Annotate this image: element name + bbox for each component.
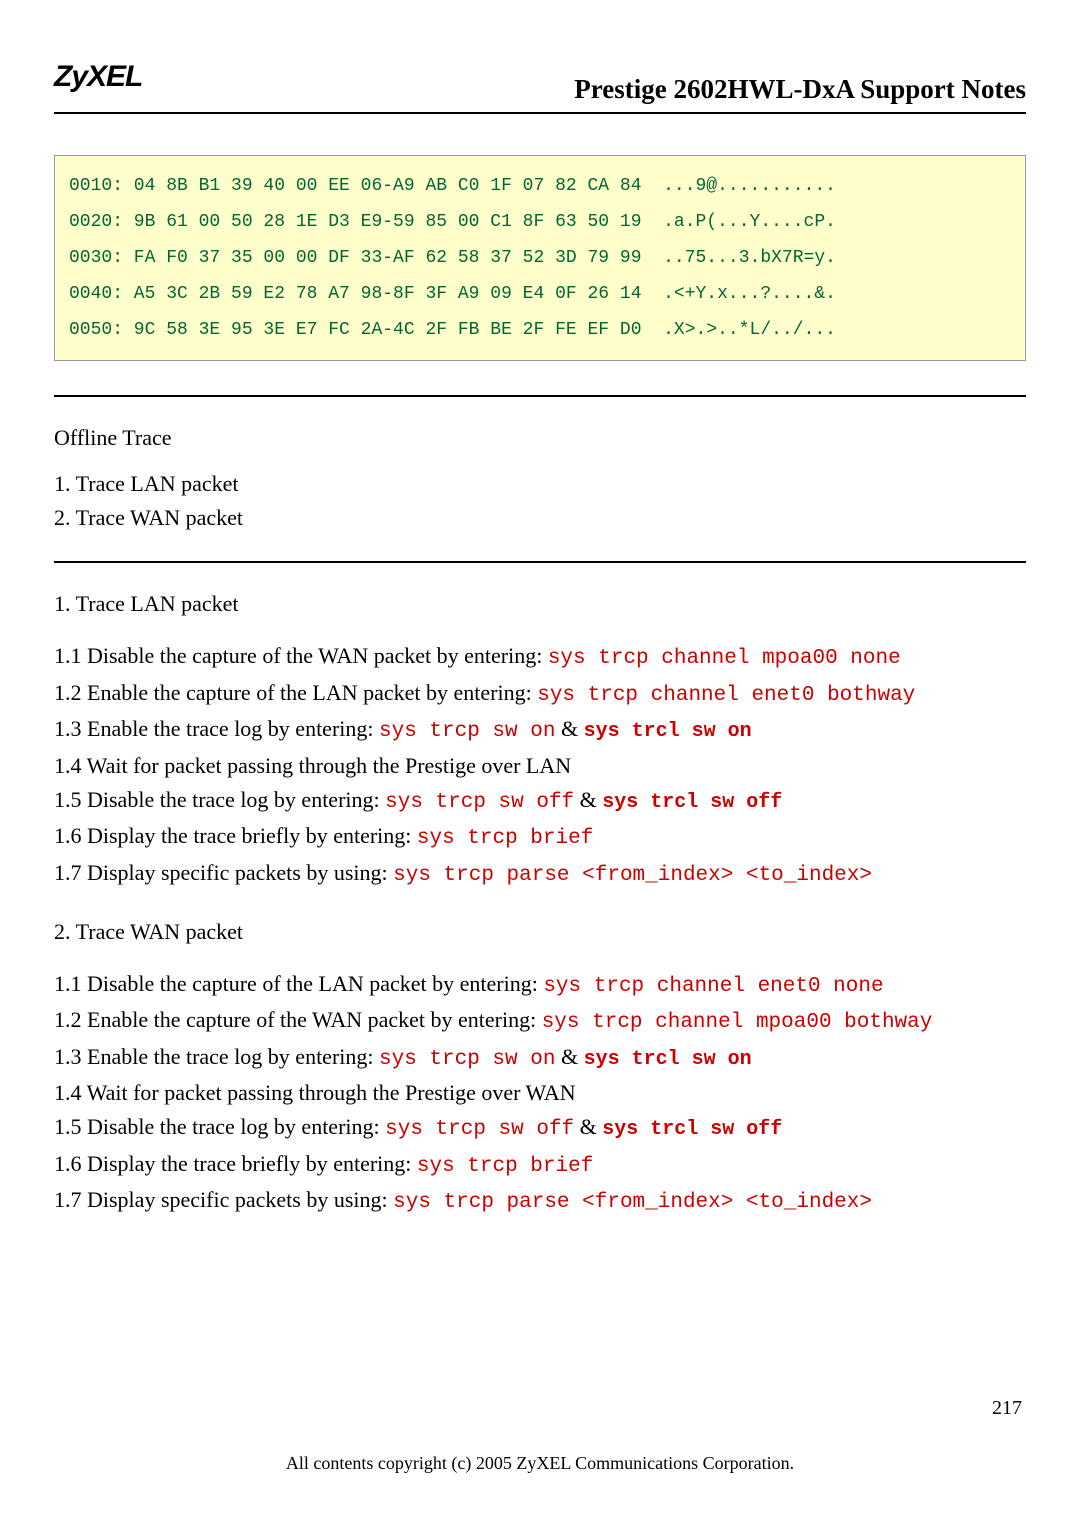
step-line: 1.4 Wait for packet passing through the … <box>54 1076 1026 1110</box>
hex-line: 0040: A5 3C 2B 59 E2 78 A7 98-8F 3F A9 0… <box>69 284 836 304</box>
step-line: 1.2 Enable the capture of the WAN packet… <box>54 1003 1026 1040</box>
section-divider <box>54 395 1026 397</box>
command-text: sys trcp parse <from_index> <to_index> <box>393 864 872 887</box>
command-text: sys trcp brief <box>417 827 593 850</box>
command-text: sys trcp channel enet0 none <box>543 975 883 998</box>
step-line: 1.3 Enable the trace log by entering: sy… <box>54 1040 1026 1077</box>
hex-line: 0010: 04 8B B1 39 40 00 EE 06-A9 AB C0 1… <box>69 176 836 196</box>
command-text: sys trcp sw off <box>385 1118 574 1141</box>
list-item: 2. Trace WAN packet <box>54 501 1026 535</box>
step-line: 1.4 Wait for packet passing through the … <box>54 749 1026 783</box>
hex-line: 0050: 9C 58 3E 95 3E E7 FC 2A-4C 2F FB B… <box>69 320 836 340</box>
command-text: sys trcp channel mpoa00 bothway <box>542 1011 933 1034</box>
step-text: 1.1 Disable the capture of the LAN packe… <box>54 971 543 996</box>
command-text-bold: sys trcl sw on <box>584 720 752 743</box>
step-text: & <box>555 1044 583 1069</box>
command-text: sys trcp sw on <box>379 1048 555 1071</box>
command-text-bold: sys trcl sw on <box>584 1048 752 1071</box>
section-heading: 2. Trace WAN packet <box>54 919 1026 945</box>
step-text: 1.6 Display the trace briefly by enterin… <box>54 823 417 848</box>
wan-trace-section: 2. Trace WAN packet 1.1 Disable the capt… <box>54 919 1026 1220</box>
step-line: 1.5 Disable the trace log by entering: s… <box>54 1110 1026 1147</box>
step-text: & <box>574 787 602 812</box>
step-line: 1.5 Disable the trace log by entering: s… <box>54 783 1026 820</box>
step-line: 1.2 Enable the capture of the LAN packet… <box>54 676 1026 713</box>
step-text: 1.3 Enable the trace log by entering: <box>54 1044 379 1069</box>
step-text: 1.2 Enable the capture of the LAN packet… <box>54 680 537 705</box>
hex-line: 0020: 9B 61 00 50 28 1E D3 E9-59 85 00 C… <box>69 212 836 232</box>
section-divider <box>54 561 1026 563</box>
brand-logo: ZyXEL <box>54 60 142 94</box>
step-text: & <box>574 1114 602 1139</box>
step-line: 1.3 Enable the trace log by entering: sy… <box>54 712 1026 749</box>
step-line: 1.1 Disable the capture of the LAN packe… <box>54 967 1026 1004</box>
command-text: sys trcp channel mpoa00 none <box>548 647 901 670</box>
command-text-bold: sys trcl sw off <box>602 791 782 814</box>
step-text: 1.2 Enable the capture of the WAN packet… <box>54 1007 542 1032</box>
offline-trace-section: Offline Trace 1. Trace LAN packet 2. Tra… <box>54 425 1026 535</box>
footer-copyright: All contents copyright (c) 2005 ZyXEL Co… <box>0 1453 1080 1474</box>
step-line: 1.6 Display the trace briefly by enterin… <box>54 1147 1026 1184</box>
command-text: sys trcp brief <box>417 1155 593 1178</box>
step-line: 1.7 Display specific packets by using: s… <box>54 856 1026 893</box>
step-text: 1.5 Disable the trace log by entering: <box>54 1114 385 1139</box>
command-text: sys trcp sw off <box>385 791 574 814</box>
step-line: 1.6 Display the trace briefly by enterin… <box>54 819 1026 856</box>
step-text: 1.1 Disable the capture of the WAN packe… <box>54 643 548 668</box>
command-text: sys trcp parse <from_index> <to_index> <box>393 1191 872 1214</box>
section-heading: 1. Trace LAN packet <box>54 591 1026 617</box>
step-text: 1.5 Disable the trace log by entering: <box>54 787 385 812</box>
command-text-bold: sys trcl sw off <box>602 1118 782 1141</box>
step-text: 1.3 Enable the trace log by entering: <box>54 716 379 741</box>
step-text: & <box>555 716 583 741</box>
lan-trace-section: 1. Trace LAN packet 1.1 Disable the capt… <box>54 591 1026 892</box>
section-heading: Offline Trace <box>54 425 1026 451</box>
step-text: 1.7 Display specific packets by using: <box>54 860 393 885</box>
hex-dump-box: 0010: 04 8B B1 39 40 00 EE 06-A9 AB C0 1… <box>54 155 1026 361</box>
step-text: 1.7 Display specific packets by using: <box>54 1187 393 1212</box>
command-text: sys trcp channel enet0 bothway <box>537 684 915 707</box>
step-line: 1.1 Disable the capture of the WAN packe… <box>54 639 1026 676</box>
command-text: sys trcp sw on <box>379 720 555 743</box>
page-number: 217 <box>992 1397 1022 1420</box>
step-text: 1.6 Display the trace briefly by enterin… <box>54 1151 417 1176</box>
hex-line: 0030: FA F0 37 35 00 00 DF 33-AF 62 58 3… <box>69 248 836 268</box>
list-item: 1. Trace LAN packet <box>54 467 1026 501</box>
header-divider <box>54 112 1026 114</box>
step-line: 1.7 Display specific packets by using: s… <box>54 1183 1026 1220</box>
page-title: Prestige 2602HWL-DxA Support Notes <box>574 74 1026 105</box>
main-content: 0010: 04 8B B1 39 40 00 EE 06-A9 AB C0 1… <box>54 155 1026 1246</box>
